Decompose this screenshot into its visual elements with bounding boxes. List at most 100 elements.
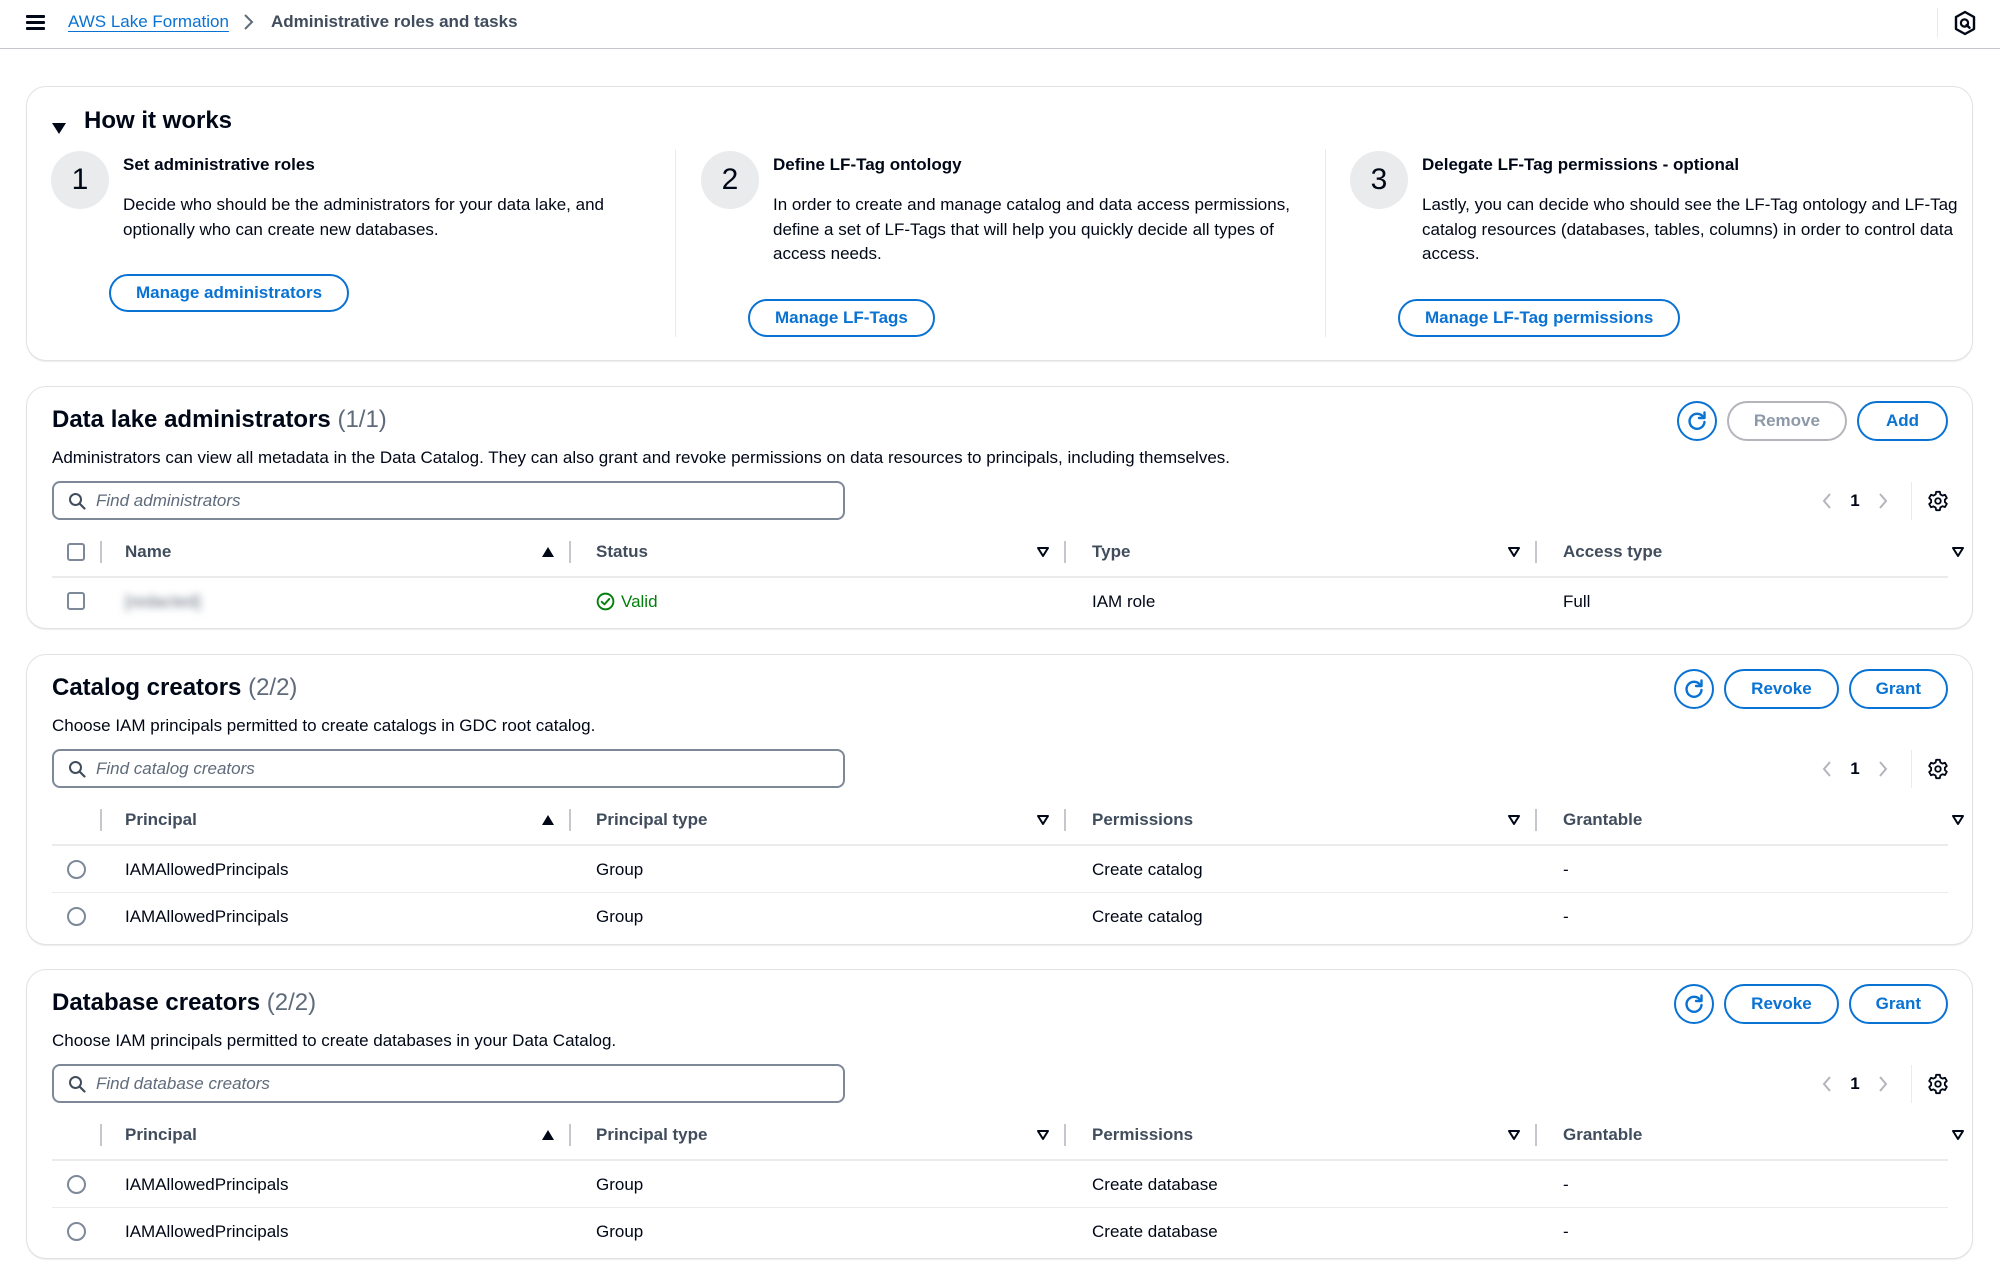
row-radio[interactable]	[67, 907, 86, 926]
row-radio[interactable]	[67, 1175, 86, 1194]
column-separator	[569, 809, 571, 831]
permissions-cell: Create catalog	[1092, 906, 1203, 926]
grantable-cell: -	[1563, 1221, 1569, 1241]
section-title: Catalog creators (2/2)	[52, 674, 297, 702]
step-description: Lastly, you can decide who should see th…	[1422, 195, 1958, 263]
hamburger-menu-icon[interactable]	[26, 13, 46, 31]
type-cell: IAM role	[1092, 591, 1156, 611]
sort-ascending-icon[interactable]	[541, 1128, 555, 1142]
next-page-chevron-icon[interactable]	[1869, 755, 1897, 783]
sort-caret-down-icon[interactable]	[1951, 1128, 1965, 1142]
sort-ascending-icon[interactable]	[541, 545, 555, 559]
grant-button[interactable]: Grant	[1848, 984, 1948, 1024]
refresh-button[interactable]	[1674, 984, 1715, 1024]
column-header-principal[interactable]: Principal	[125, 796, 197, 844]
column-header-principal-type[interactable]: Principal type	[596, 796, 707, 844]
next-page-chevron-icon[interactable]	[1869, 487, 1897, 515]
column-header-access-type[interactable]: Access type	[1563, 528, 1662, 576]
revoke-button[interactable]: Revoke	[1724, 669, 1839, 709]
sort-caret-down-icon[interactable]	[1951, 813, 1965, 827]
table-row[interactable]: IAMAllowedPrincipals Group Create catalo…	[52, 893, 1948, 940]
sort-caret-down-icon[interactable]	[1951, 545, 1965, 559]
page-number[interactable]: 1	[1841, 491, 1869, 511]
refresh-button[interactable]	[1674, 669, 1715, 709]
step-number: 1	[51, 151, 109, 209]
sort-caret-down-icon[interactable]	[1036, 813, 1050, 827]
grant-button[interactable]: Grant	[1848, 669, 1948, 709]
grantable-cell: -	[1563, 1174, 1569, 1194]
column-separator	[1064, 809, 1066, 831]
table-row[interactable]: IAMAllowedPrincipals Group Create databa…	[52, 1208, 1948, 1255]
how-it-works-toggle[interactable]: How it works	[51, 107, 232, 135]
find-administrators-search	[52, 481, 845, 520]
row-radio[interactable]	[67, 860, 86, 879]
pager-divider	[1911, 750, 1912, 788]
sort-caret-down-icon[interactable]	[1036, 1128, 1050, 1142]
step-title: Define LF-Tag ontology	[773, 155, 962, 174]
manage-administrators-button[interactable]: Manage administrators	[109, 274, 350, 312]
page-number[interactable]: 1	[1841, 759, 1869, 779]
grantable-cell: -	[1563, 859, 1569, 879]
breadcrumb-link-lake-formation[interactable]: AWS Lake Formation	[68, 12, 229, 32]
column-header-grantable[interactable]: Grantable	[1563, 1111, 1642, 1159]
column-header-principal-type[interactable]: Principal type	[596, 1111, 707, 1159]
principal-cell: IAMAllowedPrincipals	[125, 1174, 289, 1194]
pager-divider	[1911, 1065, 1912, 1103]
find-catalog-creators-input[interactable]	[96, 758, 796, 779]
sort-ascending-icon[interactable]	[541, 813, 555, 827]
sort-caret-down-icon[interactable]	[1507, 813, 1521, 827]
table-row[interactable]: [redacted] Valid IAM role Full	[52, 578, 1948, 625]
principal-type-cell: Group	[596, 1221, 644, 1241]
gear-icon[interactable]	[1926, 757, 1950, 781]
section-title: Database creators (2/2)	[52, 989, 316, 1017]
gear-icon[interactable]	[1926, 1072, 1950, 1096]
next-page-chevron-icon[interactable]	[1869, 1070, 1897, 1098]
section-count: (2/2)	[248, 674, 298, 701]
page-number[interactable]: 1	[1841, 1074, 1869, 1094]
revoke-button[interactable]: Revoke	[1724, 984, 1839, 1024]
column-header-status[interactable]: Status	[596, 528, 648, 576]
column-header-type[interactable]: Type	[1092, 528, 1130, 576]
column-header-name[interactable]: Name	[125, 528, 171, 576]
previous-page-chevron-icon[interactable]	[1813, 1070, 1841, 1098]
refresh-icon	[1688, 411, 1706, 430]
section-actions: Revoke Grant	[1674, 984, 1948, 1024]
sort-caret-down-icon[interactable]	[1036, 545, 1050, 559]
find-database-creators-input[interactable]	[96, 1073, 796, 1094]
table-row[interactable]: IAMAllowedPrincipals Group Create databa…	[52, 1161, 1948, 1208]
permissions-cell: Create database	[1092, 1174, 1218, 1194]
remove-button[interactable]: Remove	[1726, 401, 1847, 441]
column-header-principal[interactable]: Principal	[125, 1111, 197, 1159]
sort-caret-down-icon[interactable]	[1507, 545, 1521, 559]
gear-icon[interactable]	[1926, 489, 1950, 513]
search-icon	[69, 1075, 86, 1093]
pagination: 1	[1813, 750, 1950, 788]
section-description: Choose IAM principals permitted to creat…	[52, 716, 596, 735]
status-text: Valid	[621, 591, 658, 611]
breadcrumb-current-page: Administrative roles and tasks	[270, 12, 518, 31]
find-administrators-input[interactable]	[96, 490, 796, 511]
add-button[interactable]: Add	[1856, 401, 1948, 441]
section-title-text: Catalog creators	[52, 674, 242, 701]
previous-page-chevron-icon[interactable]	[1813, 755, 1841, 783]
column-header-grantable[interactable]: Grantable	[1563, 796, 1642, 844]
notifications-hexagon-icon[interactable]	[1953, 10, 1977, 36]
search-icon	[69, 492, 86, 510]
column-header-permissions[interactable]: Permissions	[1092, 796, 1193, 844]
section-actions: Revoke Grant	[1674, 669, 1948, 709]
row-checkbox[interactable]	[67, 592, 85, 610]
row-radio[interactable]	[67, 1222, 86, 1241]
column-header-permissions[interactable]: Permissions	[1092, 1111, 1193, 1159]
refresh-button[interactable]	[1676, 401, 1717, 441]
table-header: Principal Principal type Permissions Gra…	[52, 1111, 1964, 1161]
database-creators-table: Principal Principal type Permissions Gra…	[52, 1111, 1964, 1255]
previous-page-chevron-icon[interactable]	[1813, 487, 1841, 515]
manage-lf-tags-button[interactable]: Manage LF-Tags	[748, 299, 935, 337]
manage-lf-tag-permissions-button[interactable]: Manage LF-Tag permissions	[1398, 299, 1681, 337]
select-all-checkbox[interactable]	[67, 543, 85, 561]
table-row[interactable]: IAMAllowedPrincipals Group Create catalo…	[52, 846, 1948, 893]
section-count: (2/2)	[266, 989, 317, 1016]
section-description: Administrators can view all metadata in …	[52, 448, 1231, 467]
sort-caret-down-icon[interactable]	[1507, 1128, 1521, 1142]
step-title: Set administrative roles	[123, 155, 315, 174]
